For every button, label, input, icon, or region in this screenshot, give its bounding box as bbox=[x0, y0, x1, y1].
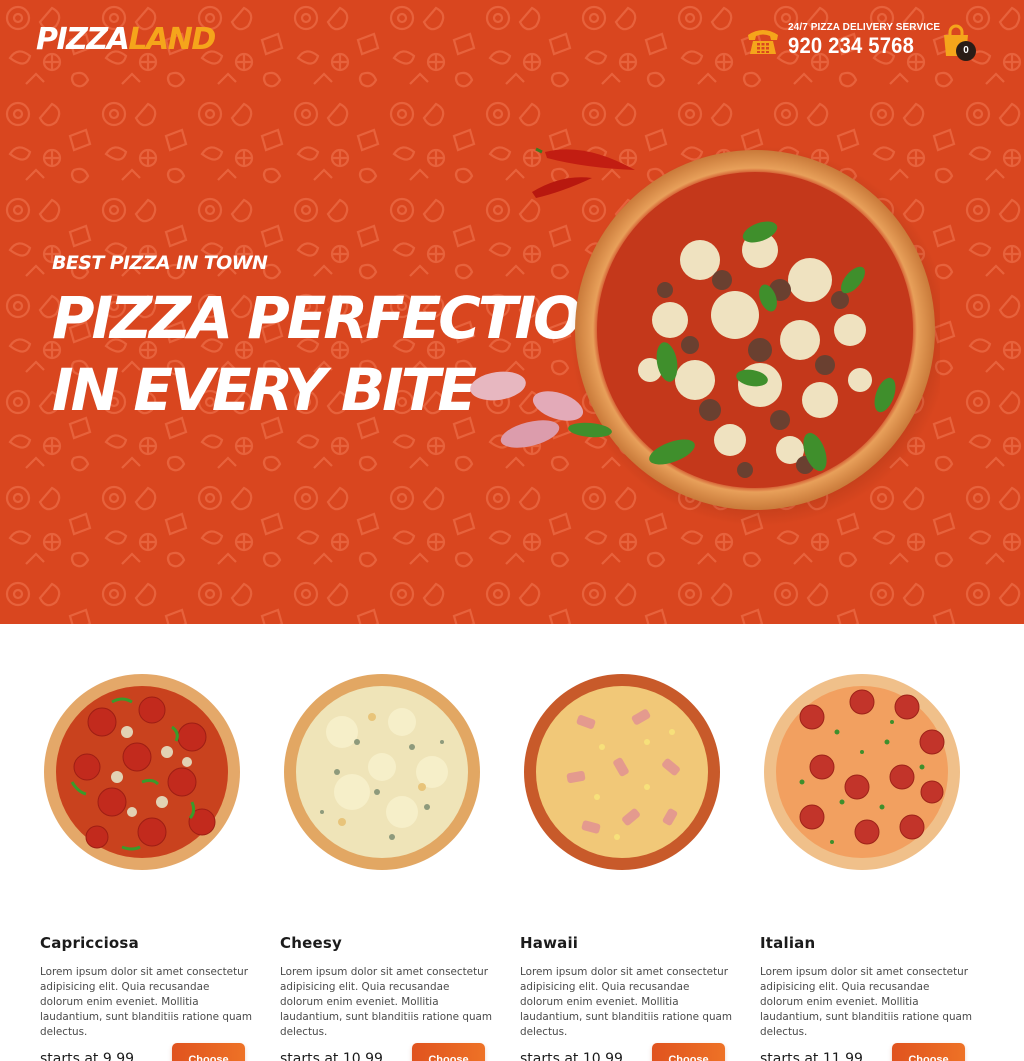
logo-text-land: LAND bbox=[128, 22, 216, 57]
pizza-price: starts at 10.99 bbox=[280, 1051, 383, 1061]
pizza-card-capricciosa: Capricciosa Lorem ipsum dolor sit amet c… bbox=[40, 672, 265, 1061]
pizza-capricciosa-image bbox=[44, 674, 240, 870]
pizzaland-logo[interactable]: PIZZALAND bbox=[36, 22, 216, 58]
pizza-price: starts at 10.99 bbox=[520, 1051, 623, 1061]
logo-text-pizza: PIZZA bbox=[36, 22, 130, 57]
phone-number: 920 234 5768 bbox=[788, 33, 915, 58]
pizza-description: Lorem ipsum dolor sit amet consectetur a… bbox=[40, 966, 253, 1038]
pizza-description: Lorem ipsum dolor sit amet consectetur a… bbox=[280, 966, 493, 1038]
pizza-italian-image bbox=[764, 674, 960, 870]
choose-button[interactable]: Choose bbox=[412, 1043, 485, 1061]
pizza-price: starts at 9.99 bbox=[40, 1051, 135, 1061]
pizza-name: Cheesy bbox=[280, 934, 342, 952]
cart-count-badge: 0 bbox=[956, 41, 976, 61]
pizza-menu: Capricciosa Lorem ipsum dolor sit amet c… bbox=[0, 624, 1024, 1061]
hero-tagline: BEST PIZZA IN TOWN bbox=[52, 252, 268, 274]
choose-button[interactable]: Choose bbox=[652, 1043, 725, 1061]
pizza-card-hawaii: Hawaii Lorem ipsum dolor sit amet consec… bbox=[520, 672, 745, 1061]
pizza-description: Lorem ipsum dolor sit amet consectetur a… bbox=[520, 966, 733, 1038]
pizza-cheesy-image bbox=[284, 674, 480, 870]
choose-button[interactable]: Choose bbox=[892, 1043, 965, 1061]
choose-button[interactable]: Choose bbox=[172, 1043, 245, 1061]
delivery-service-label: 24/7 PIZZA DELIVERY SERVICE bbox=[788, 22, 941, 33]
pizza-description: Lorem ipsum dolor sit amet consectetur a… bbox=[760, 966, 973, 1038]
pizza-card-italian: Italian Lorem ipsum dolor sit amet conse… bbox=[760, 672, 985, 1061]
hero-pizza-image bbox=[470, 146, 940, 526]
delivery-phone[interactable]: 24/7 PIZZA DELIVERY SERVICE 920 234 5768 bbox=[746, 22, 940, 62]
pizza-price: starts at 11.99 bbox=[760, 1051, 863, 1061]
pizza-card-cheesy: Cheesy Lorem ipsum dolor sit amet consec… bbox=[280, 672, 505, 1061]
pizza-name: Italian bbox=[760, 934, 816, 952]
hero-headline-line2: IN EVERY BITE bbox=[52, 356, 477, 424]
pizza-name: Capricciosa bbox=[40, 934, 139, 952]
hero-headline: PIZZA PERFECTION IN EVERY BITE bbox=[52, 282, 628, 426]
pizza-name: Hawaii bbox=[520, 934, 579, 952]
hero-banner: PIZZALAND 24/7 PIZZA DELIVERY SERVICE 92… bbox=[0, 0, 1024, 624]
hero-headline-line1: PIZZA PERFECTION bbox=[52, 284, 628, 352]
telephone-icon bbox=[748, 30, 778, 54]
pizza-hawaii-image bbox=[524, 674, 720, 870]
cart-button[interactable]: 0 bbox=[941, 24, 977, 62]
